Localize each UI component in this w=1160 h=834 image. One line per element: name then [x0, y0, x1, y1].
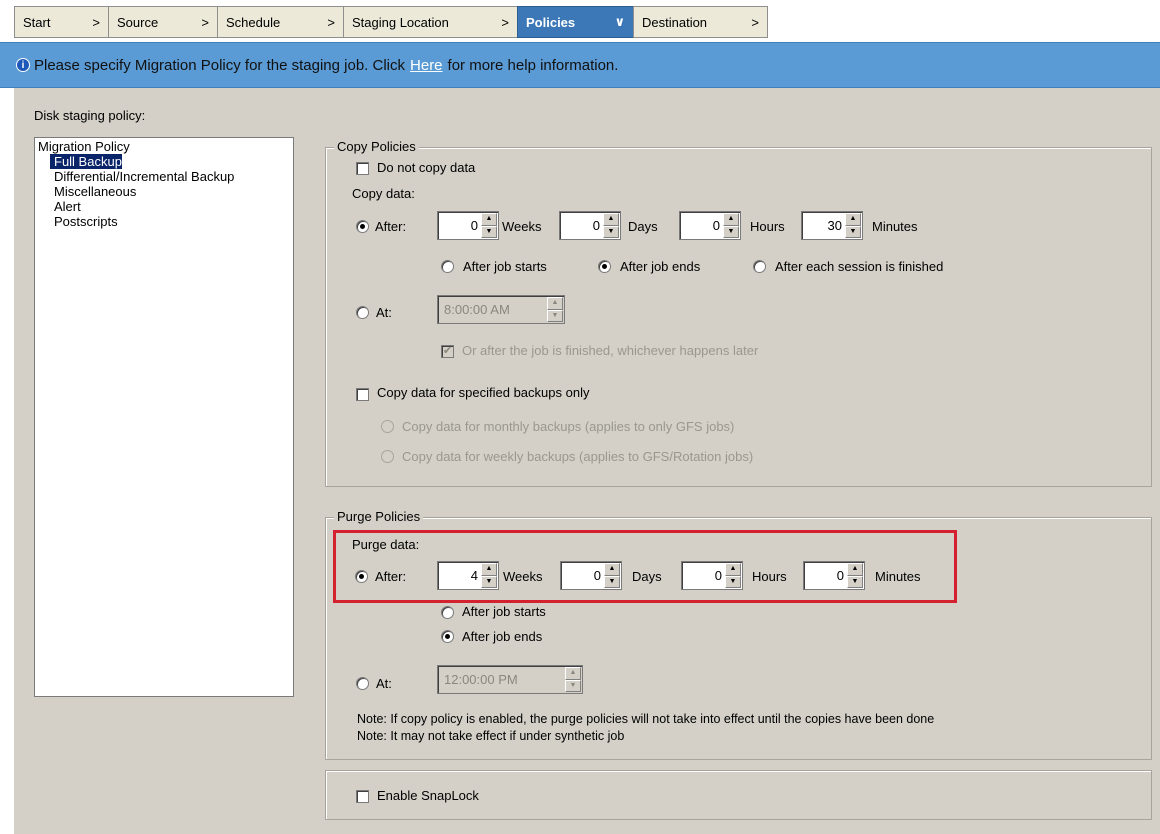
chevron-down-icon: ∨: [614, 14, 625, 29]
tree-item-postscripts[interactable]: Postscripts: [35, 214, 293, 229]
chevron-right-icon: >: [501, 14, 509, 30]
tab-label: Schedule: [226, 14, 281, 30]
spin-down-icon[interactable]: ▼: [565, 679, 581, 692]
monthly-backups-radio[interactable]: [381, 420, 394, 433]
tree-item-alert[interactable]: Alert: [35, 199, 293, 214]
purge-after-job-ends-radio[interactable]: [441, 630, 454, 643]
spin-up-icon[interactable]: ▲: [481, 213, 497, 226]
copy-weeks-spinner[interactable]: 0 ▲ ▼: [437, 211, 499, 240]
tab-label: Destination: [642, 14, 708, 30]
enable-snaplock-label: Enable SnapLock: [377, 788, 479, 803]
banner-text-end: for more help information.: [447, 56, 619, 74]
copy-days-spinner[interactable]: 0 ▲ ▼: [559, 211, 621, 240]
copy-after-label: After:: [375, 219, 407, 234]
spinner-value: 0: [712, 218, 720, 233]
purge-at-time-picker[interactable]: 12:00:00 PM ▲ ▼: [437, 665, 583, 694]
or-after-job-checkbox[interactable]: ✔: [441, 345, 454, 358]
chevron-right-icon: >: [327, 14, 335, 30]
tab-destination[interactable]: Destination >: [633, 6, 768, 38]
spinner-value: 30: [827, 218, 842, 233]
spin-down-icon[interactable]: ▼: [845, 225, 861, 238]
copy-after-job-ends-label: After job ends: [620, 259, 701, 274]
tab-label: Policies: [526, 14, 576, 30]
specified-backups-label: Copy data for specified backups only: [377, 385, 590, 400]
copy-at-label: At:: [376, 305, 392, 320]
copy-after-radio[interactable]: [356, 220, 369, 233]
copy-minutes-unit: Minutes: [872, 219, 918, 234]
copy-hours-spinner[interactable]: 0 ▲ ▼: [679, 211, 741, 240]
weekly-backups-label: Copy data for weekly backups (applies to…: [402, 449, 754, 464]
spin-up-icon[interactable]: ▲: [547, 297, 563, 310]
enable-snaplock-checkbox[interactable]: [356, 790, 369, 803]
copy-weeks-unit: Weeks: [502, 219, 542, 234]
tab-staging-location[interactable]: Staging Location >: [343, 6, 518, 38]
chevron-right-icon: >: [92, 14, 100, 30]
weekly-backups-radio[interactable]: [381, 450, 394, 463]
do-not-copy-checkbox[interactable]: [356, 162, 369, 175]
purge-after-job-starts-label: After job starts: [462, 604, 546, 619]
spin-down-icon[interactable]: ▼: [481, 225, 497, 238]
purge-note-1: Note: If copy policy is enabled, the pur…: [357, 712, 935, 726]
copy-after-job-starts-label: After job starts: [463, 259, 547, 274]
copy-after-job-starts-radio[interactable]: [441, 260, 454, 273]
tab-source[interactable]: Source >: [108, 6, 218, 38]
purge-at-radio[interactable]: [356, 677, 369, 690]
or-after-job-label: Or after the job is finished, whichever …: [462, 343, 759, 358]
tab-label: Start: [23, 14, 51, 30]
copy-after-each-session-radio[interactable]: [753, 260, 766, 273]
spin-down-icon[interactable]: ▼: [603, 225, 619, 238]
copy-days-unit: Days: [628, 219, 658, 234]
copy-minutes-spinner[interactable]: 30 ▲ ▼: [801, 211, 863, 240]
copy-hours-unit: Hours: [750, 219, 785, 234]
copy-after-job-ends-radio[interactable]: [598, 260, 611, 273]
wizard-tab-bar: Start > Source > Schedule > Staging Loca…: [0, 0, 1160, 42]
specified-backups-checkbox[interactable]: [356, 388, 369, 401]
purge-note-2: Note: It may not take effect if under sy…: [357, 729, 625, 743]
time-value: 12:00:00 PM: [444, 672, 518, 687]
tab-label: Staging Location: [352, 14, 449, 30]
purge-at-label: At:: [376, 676, 392, 691]
highlight-box: [333, 530, 957, 603]
tab-schedule[interactable]: Schedule >: [217, 6, 344, 38]
banner-text: Please specify Migration Policy for the …: [34, 56, 406, 74]
do-not-copy-label: Do not copy data: [377, 160, 476, 175]
spin-up-icon[interactable]: ▲: [603, 213, 619, 226]
chevron-right-icon: >: [201, 14, 209, 30]
copy-after-each-session-label: After each session is finished: [775, 259, 944, 274]
tab-start[interactable]: Start >: [14, 6, 109, 38]
purge-after-job-ends-label: After job ends: [462, 629, 543, 644]
copy-at-radio[interactable]: [356, 306, 369, 319]
copy-data-label: Copy data:: [352, 186, 415, 201]
monthly-backups-label: Copy data for monthly backups (applies t…: [402, 419, 735, 434]
tree-item-full-backup[interactable]: Full Backup: [50, 154, 122, 169]
spinner-value: 0: [470, 218, 478, 233]
spin-down-icon[interactable]: ▼: [547, 309, 563, 322]
tree-root-migration-policy[interactable]: Migration Policy: [35, 139, 293, 154]
disk-staging-label: Disk staging policy:: [34, 108, 146, 123]
info-icon: i: [16, 58, 30, 72]
spin-up-icon[interactable]: ▲: [565, 667, 581, 680]
tree-item-differential[interactable]: Differential/Incremental Backup: [35, 169, 293, 184]
time-value: 8:00:00 AM: [444, 302, 510, 317]
spin-up-icon[interactable]: ▲: [845, 213, 861, 226]
spin-down-icon[interactable]: ▼: [723, 225, 739, 238]
policy-tree[interactable]: Migration Policy Full Backup Differentia…: [34, 137, 294, 697]
tab-policies[interactable]: Policies ∨: [517, 6, 634, 38]
purge-policies-legend: Purge Policies: [334, 509, 424, 524]
tree-item-miscellaneous[interactable]: Miscellaneous: [35, 184, 293, 199]
help-link[interactable]: Here: [410, 57, 443, 74]
spin-up-icon[interactable]: ▲: [723, 213, 739, 226]
purge-after-job-starts-radio[interactable]: [441, 606, 454, 619]
chevron-right-icon: >: [751, 14, 759, 30]
copy-policies-legend: Copy Policies: [334, 139, 419, 154]
tab-label: Source: [117, 14, 159, 30]
info-banner: i Please specify Migration Policy for th…: [0, 42, 1160, 88]
spinner-value: 0: [592, 218, 600, 233]
copy-at-time-picker[interactable]: 8:00:00 AM ▲ ▼: [437, 295, 565, 324]
